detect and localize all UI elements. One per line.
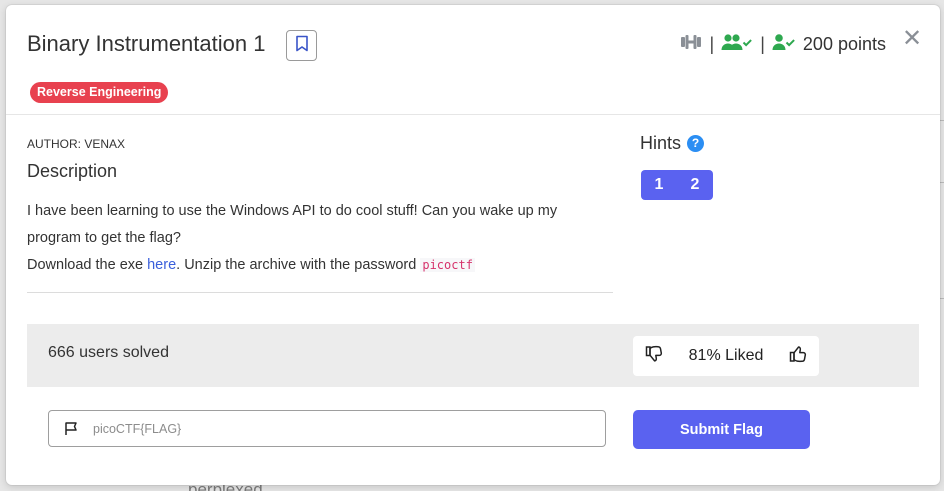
thumbs-up-icon[interactable] — [789, 345, 807, 368]
background-divider — [940, 120, 944, 121]
author-label: AUTHOR: VENAX — [27, 137, 126, 151]
flag-input-group — [48, 410, 606, 447]
user-check-icon — [772, 33, 796, 56]
password-code: picoctf — [420, 258, 475, 272]
help-icon[interactable]: ? — [687, 135, 705, 152]
bookmark-button[interactable] — [286, 30, 317, 61]
separator: | — [760, 33, 765, 54]
hints-title: Hints — [640, 133, 682, 153]
challenge-modal: Binary Instrumentation 1 | | 200 points … — [6, 5, 940, 485]
close-button[interactable]: ✕ — [902, 27, 922, 51]
divider — [27, 292, 613, 293]
hint-button-1[interactable]: 1 — [641, 170, 677, 200]
description-text: . Unzip the archive with the password — [176, 257, 421, 273]
category-tag[interactable]: Reverse Engineering — [30, 82, 169, 103]
modal-header: Binary Instrumentation 1 | | 200 points … — [6, 5, 940, 115]
download-link[interactable]: here — [147, 257, 176, 273]
stats-bar: 666 users solved 81% Liked — [27, 324, 919, 387]
like-widget: 81% Liked — [633, 336, 819, 376]
dumbbell-icon — [679, 34, 703, 55]
challenge-meta: | | 200 points — [679, 33, 886, 55]
separator: | — [709, 33, 715, 54]
hint-button-group: 1 2 — [641, 170, 713, 200]
solved-count: 666 users solved — [48, 344, 169, 361]
submit-flag-button[interactable]: Submit Flag — [633, 410, 810, 449]
description-body: I have been learning to use the Windows … — [27, 198, 597, 279]
background-divider — [940, 182, 944, 183]
flag-input[interactable] — [93, 411, 605, 446]
bookmark-icon — [295, 35, 309, 57]
hints-heading: Hints ? — [640, 133, 705, 154]
thumbs-down-icon[interactable] — [645, 345, 663, 368]
description-text: Download the exe — [27, 257, 148, 273]
background-divider — [940, 298, 944, 299]
challenge-title: Binary Instrumentation 1 — [27, 31, 266, 56]
description-text: I have been learning to use the Windows … — [27, 203, 558, 246]
description-heading: Description — [27, 161, 118, 181]
flag-icon — [49, 421, 93, 436]
users-check-icon — [721, 33, 753, 56]
close-icon: ✕ — [902, 25, 923, 52]
hint-button-2[interactable]: 2 — [677, 170, 713, 200]
points-value: 200 points — [802, 33, 886, 54]
liked-percentage: 81% Liked — [688, 347, 764, 364]
